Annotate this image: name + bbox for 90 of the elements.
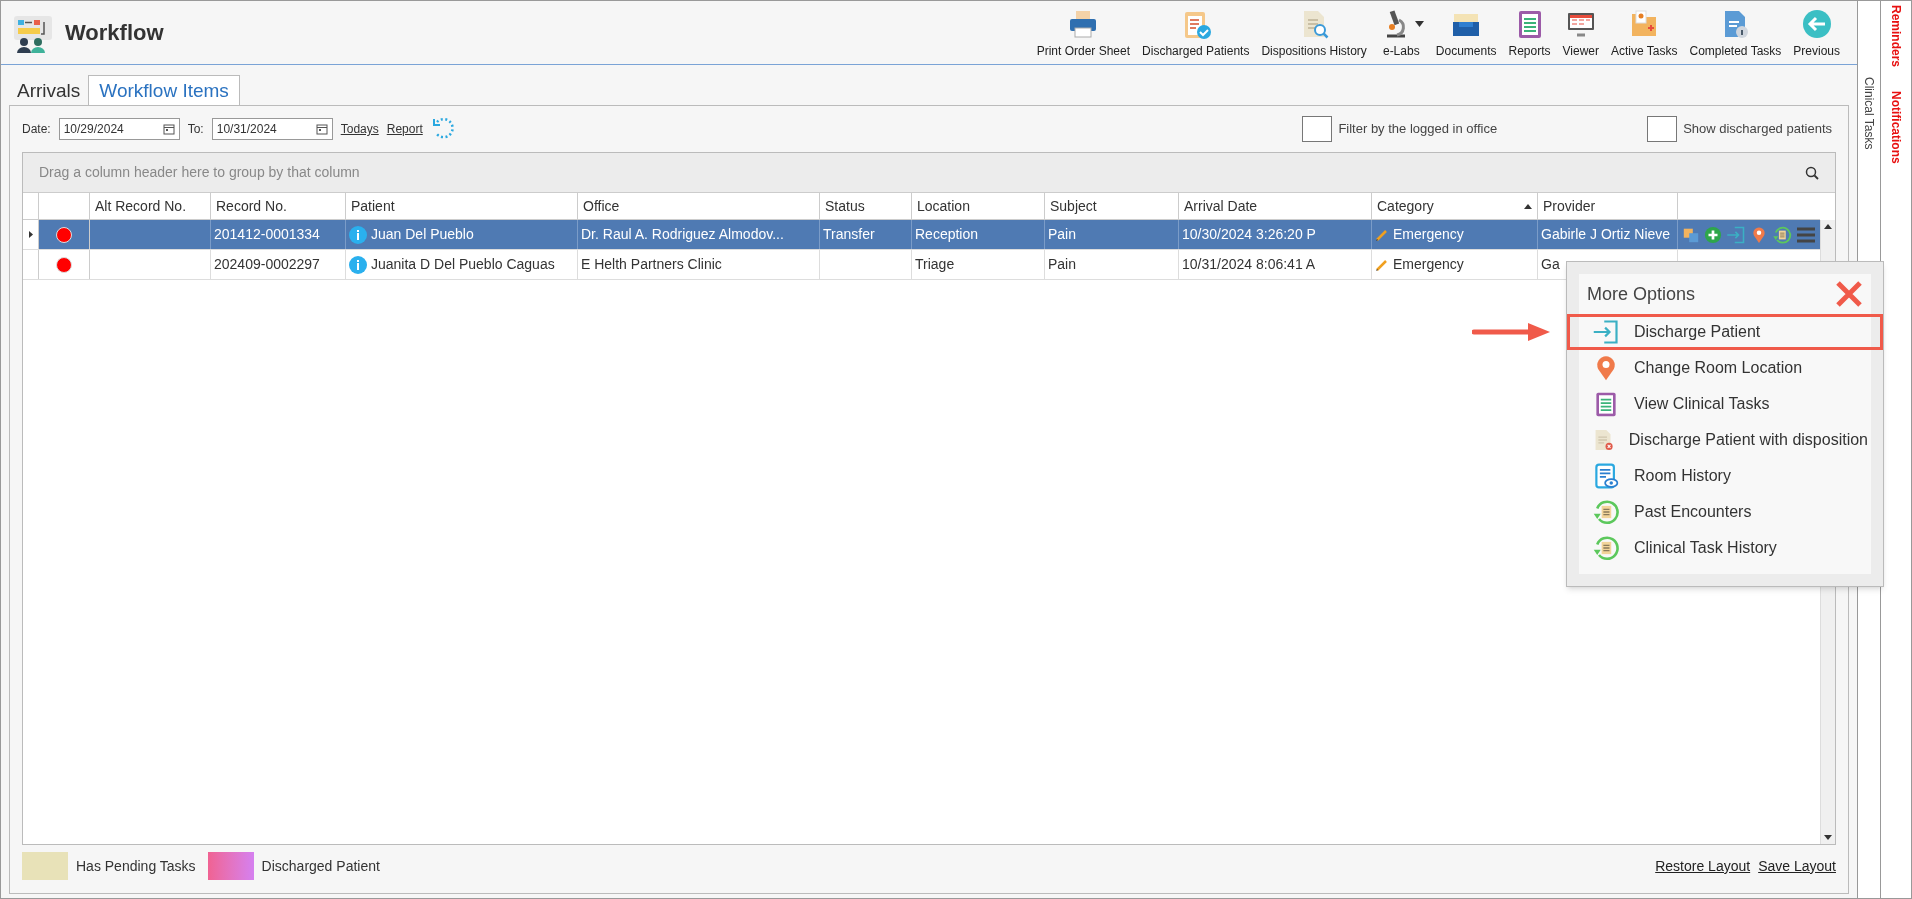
pencil-icon (1375, 257, 1389, 272)
table-cell-text: Pain (1048, 255, 1077, 274)
column-header[interactable]: Alt Record No. (90, 193, 211, 219)
date-field[interactable]: 10/31/2024 (211, 118, 333, 140)
column-header[interactable]: Status (820, 193, 912, 219)
table-cell-text: E Helth Partners Clinic (581, 255, 722, 274)
toolbar-button[interactable]: Discharged Patients (1137, 2, 1255, 63)
to-label: To: (187, 121, 204, 138)
checkbox[interactable] (1647, 116, 1678, 142)
table-cell-text: Ga (1541, 255, 1560, 274)
table-cell-text: Triage (915, 255, 955, 274)
row-pointer-icon (28, 231, 33, 238)
pencil-icon (1375, 227, 1389, 242)
table-cell-text: Dr. Raul A. Rodriguez Almodov... (581, 225, 784, 244)
calendar-icon (315, 123, 328, 135)
link[interactable]: Report (386, 120, 423, 138)
menu-icon[interactable] (1796, 225, 1816, 244)
menu-item[interactable]: Discharge Patient with disposition (1579, 422, 1871, 458)
history-icon (1592, 498, 1620, 526)
table-cell-text: 10/31/2024 8:06:41 A (1182, 255, 1316, 274)
toolbar-button[interactable]: Active Tasks (1606, 2, 1683, 63)
legend-label: Has Pending Tasks (76, 856, 196, 876)
table-cell-text: Gabirle J Ortiz Nieve (1541, 225, 1671, 244)
app-title: Workflow (65, 19, 164, 47)
side-panel-tab[interactable]: Reminders (1887, 5, 1905, 68)
date-label: Date: (22, 121, 51, 138)
table-cell-text: Emergency (1393, 225, 1464, 244)
date-field[interactable]: 10/29/2024 (58, 118, 180, 140)
table-cell-text: Juanita D Del Pueblo Caguas (371, 255, 555, 274)
group-panel-hint: Drag a column header here to group by that column (39, 163, 360, 182)
table-cell-text: Pain (1048, 225, 1077, 244)
calendar-icon (162, 123, 175, 135)
legend-swatch (207, 852, 254, 880)
info-icon[interactable] (349, 225, 367, 244)
map-pin-icon (1750, 225, 1768, 244)
table-cell-text: Transfer (823, 225, 875, 244)
column-header[interactable]: Office (578, 193, 820, 219)
scroll-up-icon[interactable] (1824, 224, 1832, 229)
column-header[interactable]: Record No. (211, 193, 346, 219)
menu-item[interactable]: Change Room Location (1579, 350, 1871, 386)
dropdown-caret-icon[interactable] (1414, 20, 1424, 27)
menu-title: More Options (1587, 282, 1696, 306)
side-panel-tab[interactable]: Notifications (1887, 91, 1905, 164)
document-view-icon (1592, 462, 1620, 490)
checkbox-label: Show discharged patients (1683, 120, 1832, 139)
column-header[interactable]: Subject (1045, 193, 1179, 219)
column-header[interactable]: Patient (346, 193, 578, 219)
table-cell-text: Juan Del Pueblo (371, 225, 474, 244)
table-cell-text: 10/30/2024 3:26:20 P (1182, 225, 1316, 244)
column-header[interactable]: Location (912, 193, 1045, 219)
tab[interactable]: Arrivals (9, 77, 89, 105)
toolbar-button[interactable]: Completed Tasks (1684, 2, 1787, 63)
legend-label: Discharged Patient (261, 856, 380, 876)
toolbar-button[interactable]: Reports (1503, 2, 1556, 63)
menu-item[interactable]: Past Encounters (1579, 494, 1871, 530)
link[interactable]: Todays (340, 120, 379, 138)
info-icon[interactable] (349, 255, 367, 274)
column-header[interactable]: Provider (1538, 193, 1678, 219)
column-header[interactable]: Arrival Date (1179, 193, 1372, 219)
sign-in-icon (1592, 318, 1620, 346)
toolbar-button[interactable]: Print Order Sheet (1031, 2, 1136, 63)
column-header[interactable]: Category (1372, 193, 1538, 219)
scroll-down-icon[interactable] (1824, 835, 1832, 840)
table-cell-text: Reception (915, 225, 979, 244)
menu-item[interactable]: Clinical Task History (1579, 530, 1871, 566)
history-icon (1592, 534, 1620, 562)
menu-item[interactable]: Discharge Patient (1567, 314, 1883, 350)
toolbar-button[interactable]: Dispositions History (1256, 2, 1372, 63)
toolbar-button[interactable]: e-Labs (1373, 2, 1429, 63)
table-row[interactable]: 201412-0001334 Juan Del Pueblo Dr. Raul A. Rodriguez Almodov... Transfer Reception Pain 10/30/2024 3:26:20 P Emergency Gabirle J Ortiz Nieve (23, 220, 1820, 250)
menu-item[interactable]: Room History (1579, 458, 1871, 494)
history-icon (1772, 224, 1792, 245)
plus-icon (1704, 225, 1722, 244)
tab[interactable]: Workflow Items (88, 75, 240, 106)
table-cell-text: Emergency (1393, 255, 1464, 274)
menu-item[interactable]: View Clinical Tasks (1579, 386, 1871, 422)
table-cell-text: 201412-0001334 (214, 225, 320, 244)
checkbox-label: Filter by the logged in office (1338, 120, 1498, 139)
checkbox[interactable] (1302, 116, 1333, 142)
side-panel-tab[interactable]: Clinical Tasks (1860, 77, 1878, 150)
toolbar-button[interactable]: Previous (1788, 2, 1845, 63)
link[interactable]: Save Layout (1758, 855, 1836, 877)
close-icon[interactable] (1835, 280, 1863, 308)
search-icon[interactable] (1805, 165, 1819, 180)
toolbar-button[interactable]: Viewer (1557, 2, 1604, 63)
sign-in-icon (1726, 224, 1746, 245)
table-cell-text: 202409-0002297 (214, 255, 320, 274)
legend-swatch (22, 852, 68, 880)
toolbar-button[interactable]: Documents (1430, 2, 1502, 63)
link[interactable]: Restore Layout (1655, 855, 1751, 877)
